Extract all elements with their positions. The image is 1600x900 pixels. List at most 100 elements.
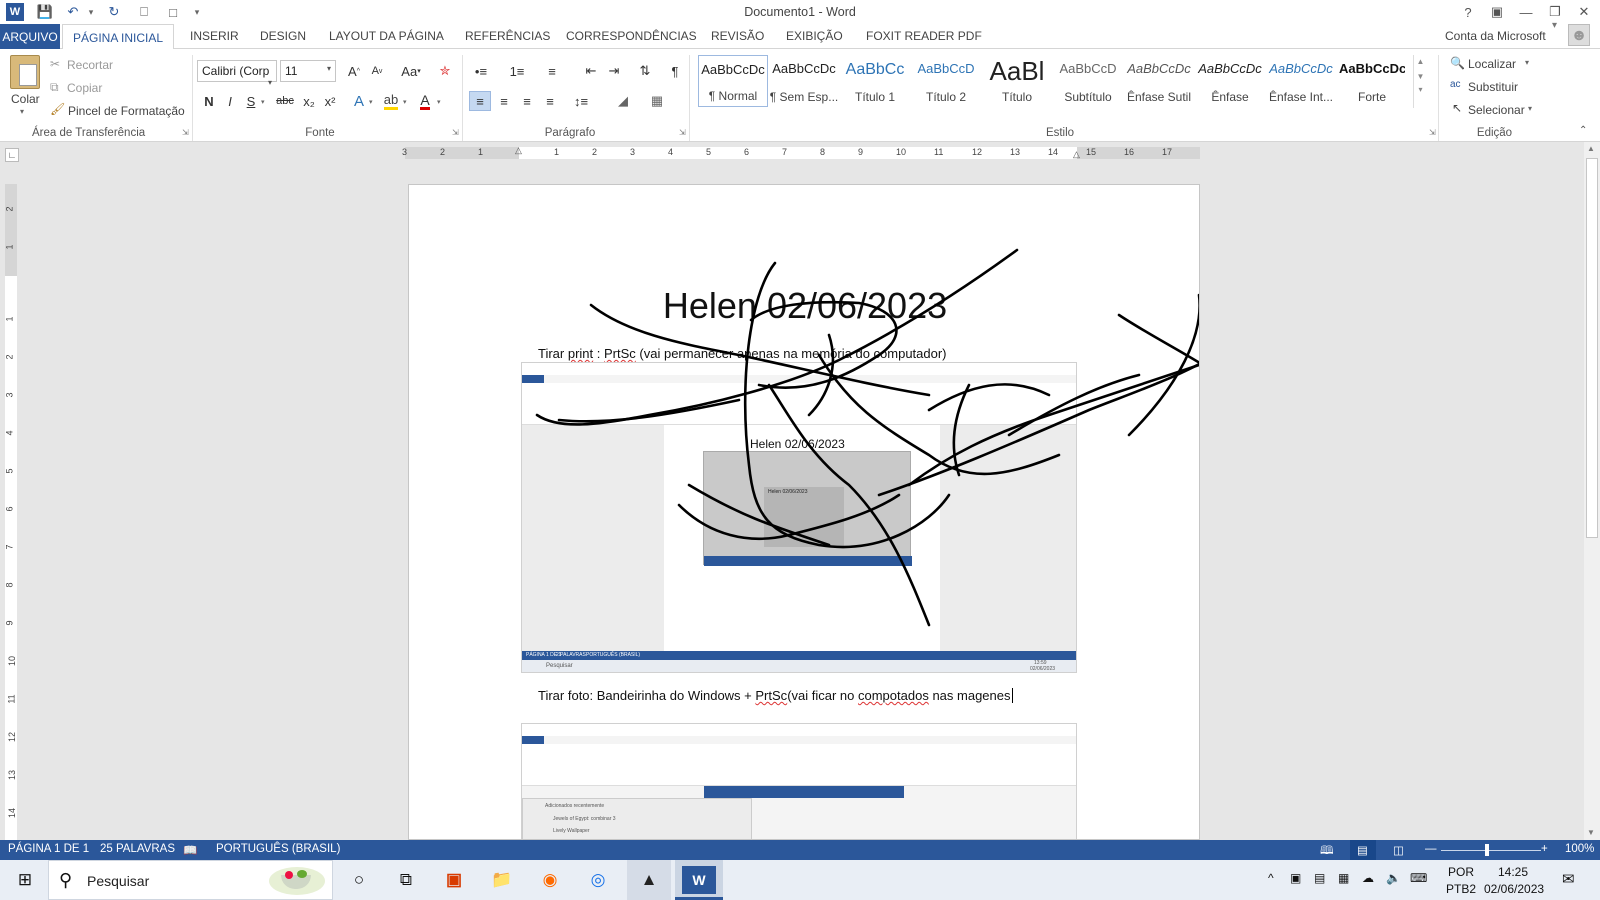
superscript-button[interactable]: x² — [319, 91, 341, 111]
increase-indent-icon[interactable]: ⇥ — [603, 61, 625, 81]
tray-display-icon[interactable]: ▤ — [1314, 871, 1325, 885]
paste-button[interactable]: Colar — [11, 92, 40, 106]
right-indent-marker-icon[interactable]: △ — [1073, 149, 1080, 160]
tab-foxit[interactable]: FOXIT READER PDF — [866, 29, 982, 43]
font-launcher-icon[interactable]: ⇲ — [452, 128, 459, 137]
line-spacing-icon[interactable]: ↕≡ — [570, 91, 592, 111]
styles-scroll[interactable]: ▲ ▼ ▾ — [1413, 55, 1427, 108]
paragraph-launcher-icon[interactable]: ⇲ — [679, 128, 686, 137]
italic-button[interactable]: I — [219, 91, 241, 111]
restore-icon[interactable]: ❐ — [1542, 2, 1568, 22]
font-color-dropdown-icon[interactable]: ▾ — [437, 98, 441, 106]
bullets-icon[interactable]: •≡ — [470, 61, 492, 81]
tab-exibicao[interactable]: EXIBIÇÃO — [786, 29, 843, 43]
zoom-in-icon[interactable]: + — [1541, 843, 1548, 855]
help-icon[interactable]: ? — [1455, 2, 1481, 22]
vertical-scrollbar[interactable]: ▲ ▼ — [1584, 142, 1600, 840]
font-size-dropdown-icon[interactable]: ▾ — [327, 64, 331, 73]
scroll-up-icon[interactable]: ▲ — [1587, 144, 1595, 153]
shading-icon[interactable]: ◢ — [612, 91, 634, 111]
style-item-8[interactable]: AaBbCcDc Ênfase Int... — [1266, 55, 1336, 107]
tray-lang-1[interactable]: POR — [1448, 865, 1474, 879]
cut-button[interactable]: Recortar — [67, 58, 113, 72]
zoom-thumb[interactable] — [1485, 844, 1489, 856]
tab-correspondencias[interactable]: CORRESPONDÊNCIAS — [566, 29, 697, 43]
scroll-thumb[interactable] — [1586, 158, 1598, 538]
tab-inserir[interactable]: INSERIR — [190, 29, 239, 43]
print-layout-button[interactable]: ▤ — [1350, 840, 1376, 860]
paste-icon[interactable] — [10, 55, 40, 89]
show-marks-icon[interactable]: ¶ — [664, 61, 686, 81]
zoom-out-icon[interactable]: — — [1425, 843, 1437, 855]
text-effects-dropdown-icon[interactable]: ▾ — [369, 98, 373, 106]
scroll-down-icon[interactable]: ▼ — [1587, 828, 1595, 837]
proofing-icon[interactable]: 📖 — [183, 843, 197, 857]
find-button[interactable]: Localizar — [1468, 57, 1516, 71]
tab-selector-icon[interactable]: ∟ — [5, 148, 19, 162]
select-button[interactable]: Selecionar — [1468, 103, 1525, 117]
tray-time[interactable]: 14:25 — [1498, 865, 1528, 879]
style-item-9[interactable]: AaBbCcDc Forte — [1337, 55, 1407, 107]
tab-design[interactable]: DESIGN — [260, 29, 306, 43]
tray-keyboard-icon[interactable]: ⌨ — [1410, 871, 1427, 885]
style-item-2[interactable]: AaBbCc Título 1 — [840, 55, 910, 107]
borders-icon[interactable]: ▦ — [646, 91, 668, 111]
grow-font-icon[interactable]: A ^ — [343, 61, 365, 81]
find-dropdown-icon[interactable]: ▾ — [1525, 58, 1529, 67]
align-right-icon[interactable]: ≡ — [516, 91, 538, 111]
status-language[interactable]: PORTUGUÊS (BRASIL) — [216, 843, 340, 855]
paste-dropdown-icon[interactable]: ▾ — [20, 107, 24, 116]
copy-button[interactable]: Copiar — [67, 81, 102, 95]
align-left-icon[interactable]: ≡ — [469, 91, 491, 111]
text-effects-icon[interactable]: A — [348, 91, 370, 111]
document-page[interactable]: Helen 02/06/2023 Tirar print : PrtSc (va… — [408, 184, 1200, 840]
font-name-box[interactable]: Calibri (Corp ▾ — [197, 60, 277, 87]
ribbon-display-icon[interactable]: ▣ — [1484, 2, 1510, 22]
app-active-tile[interactable]: ▲ — [627, 860, 671, 900]
styles-down-icon[interactable]: ▼ — [1414, 72, 1427, 81]
style-item-0[interactable]: AaBbCcDc ¶ Normal — [698, 55, 768, 107]
select-dropdown-icon[interactable]: ▾ — [1528, 104, 1532, 113]
chrome-icon[interactable]: ◎ — [581, 866, 615, 894]
change-case-button[interactable]: Aa ▾ — [396, 61, 426, 81]
styles-more-icon[interactable]: ▾ — [1414, 85, 1427, 94]
firefox-icon[interactable]: ◉ — [533, 866, 567, 894]
status-words[interactable]: 25 PALAVRAS — [100, 843, 175, 855]
status-page[interactable]: PÁGINA 1 DE 1 — [8, 843, 89, 855]
tray-cloud-icon[interactable]: ☁ — [1362, 871, 1374, 885]
font-name-dropdown-icon[interactable]: ▾ — [268, 78, 272, 87]
font-color-icon[interactable]: A — [414, 91, 436, 111]
zoom-track[interactable] — [1441, 850, 1541, 851]
highlight-icon[interactable]: ab — [380, 91, 402, 111]
align-center-icon[interactable]: ≡ — [493, 91, 515, 111]
tray-date[interactable]: 02/06/2023 — [1484, 882, 1544, 896]
tab-referencias[interactable]: REFERÊNCIAS — [465, 29, 550, 43]
decrease-indent-icon[interactable]: ⇤ — [580, 61, 602, 81]
account-dropdown-icon[interactable]: ▾ — [1552, 20, 1557, 31]
indent-marker-icon[interactable]: △ — [515, 145, 522, 156]
windows-start-icon[interactable]: ⊞ — [8, 866, 42, 894]
bold-button[interactable]: N — [198, 91, 220, 111]
clipboard-launcher-icon[interactable]: ⇲ — [182, 128, 189, 137]
close-icon[interactable]: ✕ — [1571, 2, 1597, 22]
file-explorer-icon[interactable]: 📁 — [485, 866, 519, 894]
tab-layout[interactable]: LAYOUT DA PÁGINA — [329, 29, 444, 43]
taskbar-search[interactable]: ⚲ Pesquisar — [48, 860, 333, 900]
horizontal-ruler[interactable]: △ △ 3 2 1 1 2 3 4 5 6 7 8 9 10 11 12 13 14 15 16 17 — [402, 145, 1200, 160]
style-item-4[interactable]: AaBl Título — [982, 55, 1052, 107]
office-icon[interactable]: ▣ — [437, 866, 471, 894]
zoom-level[interactable]: 100% — [1565, 843, 1594, 855]
underline-dropdown-icon[interactable]: ▾ — [261, 98, 265, 106]
replace-button[interactable]: Substituir — [1468, 80, 1518, 94]
sort-icon[interactable]: ⇅ — [634, 61, 656, 81]
style-item-6[interactable]: AaBbCcDc Ênfase Sutil — [1124, 55, 1194, 107]
numbering-icon[interactable]: 1≡ — [506, 61, 528, 81]
tray-volume-icon[interactable]: 🔈 — [1386, 871, 1401, 885]
clear-format-icon[interactable]: ✮ — [434, 61, 456, 81]
tab-revisao[interactable]: REVISÃO — [711, 29, 764, 43]
style-item-3[interactable]: AaBbCcD Título 2 — [911, 55, 981, 107]
styles-launcher-icon[interactable]: ⇲ — [1429, 128, 1436, 137]
styles-up-icon[interactable]: ▲ — [1414, 57, 1427, 66]
web-layout-icon[interactable]: ◫ — [1393, 843, 1404, 857]
style-item-7[interactable]: AaBbCcDc Ênfase — [1195, 55, 1265, 107]
